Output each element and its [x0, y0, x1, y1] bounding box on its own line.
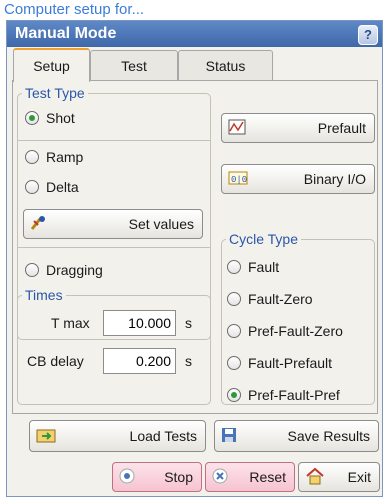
load-icon — [36, 427, 56, 446]
binary-io-label: Binary I/O — [303, 171, 366, 187]
set-values-icon — [30, 215, 48, 234]
reset-icon — [212, 468, 228, 487]
set-values-button[interactable]: Set values — [23, 209, 203, 239]
t-max-label: T max — [51, 315, 90, 331]
reset-label: Reset — [249, 469, 286, 485]
cb-delay-input[interactable] — [103, 348, 176, 374]
radio-fault-label: Fault — [248, 259, 280, 275]
save-results-label: Save Results — [287, 428, 370, 444]
tab-status[interactable]: Status — [178, 50, 273, 80]
radio-delta[interactable]: Delta — [25, 179, 79, 195]
waveform-icon — [228, 119, 246, 138]
radio-fault-zero[interactable]: Fault-Zero — [227, 291, 313, 307]
cycle-type-legend: Cycle Type — [229, 231, 298, 247]
test-type-legend: Test Type — [25, 85, 85, 101]
radio-dragging[interactable]: Dragging — [25, 262, 103, 278]
exit-button[interactable]: Exit — [298, 462, 380, 492]
radio-pref-fault-pref[interactable]: Pref-Fault-Pref — [227, 387, 340, 403]
radio-ramp[interactable]: Ramp — [25, 149, 83, 165]
radio-pref-fault-zero-label: Pref-Fault-Zero — [248, 323, 343, 339]
radio-shot[interactable]: Shot — [25, 110, 75, 126]
radio-pref-fault-zero-indicator — [227, 324, 241, 338]
binary-io-button[interactable]: 0|0 Binary I/O — [221, 164, 375, 194]
tab-setup[interactable]: Setup — [13, 48, 90, 82]
radio-fault-indicator — [227, 260, 241, 274]
t-max-unit: s — [185, 315, 192, 331]
set-values-label: Set values — [128, 216, 194, 232]
stop-label: Stop — [164, 469, 193, 485]
radio-dragging-label: Dragging — [46, 262, 103, 278]
prefault-button[interactable]: Prefault — [221, 113, 375, 143]
divider — [18, 140, 210, 141]
save-results-button[interactable]: Save Results — [214, 420, 379, 452]
stop-icon — [119, 468, 135, 487]
radio-fault-zero-indicator — [227, 292, 241, 306]
cycle-type-group: Cycle Type — [221, 231, 375, 405]
radio-ramp-label: Ramp — [46, 149, 84, 165]
svg-text:0|0: 0|0 — [231, 175, 247, 185]
load-tests-button[interactable]: Load Tests — [29, 420, 206, 452]
t-max-input[interactable] — [103, 310, 176, 336]
radio-fault-prefault-indicator — [227, 356, 241, 370]
radio-fault-prefault-label: Fault-Prefault — [248, 355, 333, 371]
radio-pref-fault-pref-label: Pref-Fault-Pref — [248, 387, 340, 403]
tab-test[interactable]: Test — [90, 50, 178, 80]
radio-fault-prefault[interactable]: Fault-Prefault — [227, 355, 332, 371]
divider — [18, 247, 210, 248]
times-legend: Times — [25, 287, 63, 303]
radio-delta-indicator — [25, 180, 39, 194]
window-title: Manual Mode — [15, 25, 117, 42]
manual-mode-window: Manual Mode ? Setup Test Status Test Typ… — [6, 20, 383, 497]
home-icon — [305, 467, 325, 488]
setup-panel: Test Type Shot Ramp Delta Set values Dra… — [12, 80, 378, 414]
exit-label: Exit — [347, 469, 371, 485]
radio-pref-fault-zero[interactable]: Pref-Fault-Zero — [227, 323, 343, 339]
prefault-label: Prefault — [317, 120, 366, 136]
radio-fault-zero-label: Fault-Zero — [248, 291, 313, 307]
radio-fault[interactable]: Fault — [227, 259, 279, 275]
times-group: Times — [17, 287, 211, 405]
radio-dragging-indicator — [25, 263, 39, 277]
radio-shot-label: Shot — [46, 110, 75, 126]
stop-button[interactable]: Stop — [112, 462, 202, 492]
help-button[interactable]: ? — [358, 25, 378, 45]
binary-io-icon: 0|0 — [228, 170, 248, 189]
radio-delta-label: Delta — [46, 179, 79, 195]
page-header: Computer setup for... — [0, 0, 386, 20]
reset-button[interactable]: Reset — [205, 462, 295, 492]
floppy-icon — [221, 427, 237, 446]
radio-ramp-indicator — [25, 150, 39, 164]
radio-shot-indicator — [25, 111, 39, 125]
title-bar: Manual Mode ? — [7, 21, 382, 47]
radio-pref-fault-pref-indicator — [227, 388, 241, 402]
cb-delay-unit: s — [185, 353, 192, 369]
load-tests-label: Load Tests — [129, 428, 197, 444]
cb-delay-label: CB delay — [27, 353, 84, 369]
